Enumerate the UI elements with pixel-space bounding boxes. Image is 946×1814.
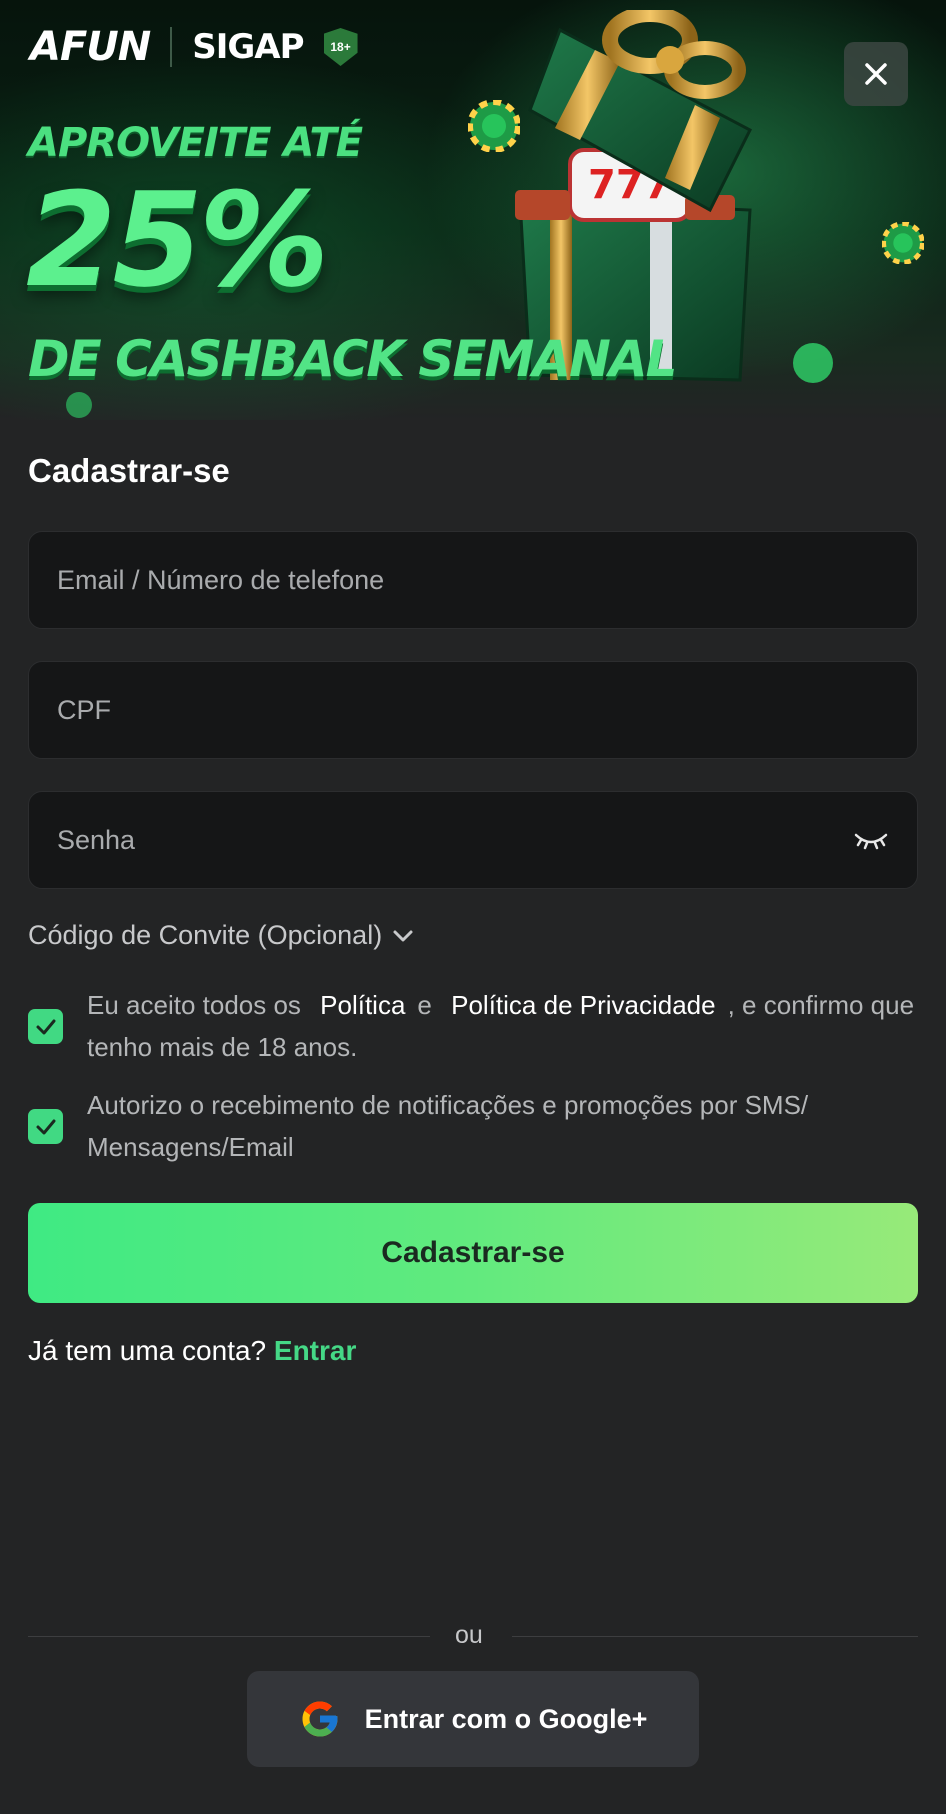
divider-left bbox=[28, 1636, 430, 1637]
close-icon bbox=[865, 63, 887, 85]
close-button[interactable] bbox=[844, 42, 908, 106]
age-18-badge: 18+ bbox=[323, 28, 358, 66]
policy-link[interactable]: Política bbox=[308, 990, 417, 1020]
login-prompt-text: Já tem uma conta? bbox=[28, 1335, 267, 1366]
email-field[interactable]: Email / Número de telefone bbox=[28, 531, 918, 629]
marketing-checkbox[interactable] bbox=[28, 1109, 63, 1144]
login-prompt: Já tem uma conta? Entrar bbox=[28, 1335, 356, 1367]
password-placeholder: Senha bbox=[57, 824, 136, 855]
sigap-logo: SIGAP bbox=[192, 27, 304, 67]
terms-checkbox[interactable] bbox=[28, 1009, 63, 1044]
afun-logo: AFUN bbox=[30, 24, 151, 70]
email-placeholder: Email / Número de telefone bbox=[57, 564, 385, 595]
casino-chip-icon bbox=[468, 100, 520, 152]
logo-divider bbox=[170, 27, 173, 67]
green-glow-orb bbox=[793, 343, 833, 383]
casino-chip-icon bbox=[882, 222, 924, 264]
form-title: Cadastrar-se bbox=[28, 452, 230, 489]
register-button[interactable]: Cadastrar-se bbox=[28, 1203, 918, 1303]
password-field[interactable]: Senha bbox=[28, 791, 918, 889]
promo-banner: AFUN SIGAP 18+ 777 APROVEITE ATÉ 25% DE … bbox=[0, 0, 946, 420]
checkmark-icon bbox=[36, 1119, 55, 1134]
divider-right bbox=[512, 1636, 918, 1637]
privacy-policy-link[interactable]: Política de Privacidade bbox=[439, 990, 727, 1020]
checkmark-icon bbox=[36, 1019, 55, 1034]
chevron-down-icon bbox=[393, 930, 413, 941]
cpf-field[interactable]: CPF bbox=[28, 661, 918, 759]
promo-subheadline: DE CASHBACK SEMANAL bbox=[28, 330, 677, 388]
invite-code-toggle[interactable]: Código de Convite (Opcional) bbox=[28, 920, 414, 951]
marketing-text: Autorizo o recebimento de notificações e… bbox=[87, 1090, 809, 1162]
cpf-placeholder: CPF bbox=[57, 694, 111, 725]
green-glow-orb bbox=[66, 392, 92, 418]
or-separator: ou bbox=[455, 1621, 483, 1649]
terms-consent-row: Eu aceito todos os Política e Política de… bbox=[28, 984, 918, 1068]
terms-text: Eu aceito todos os Política e Política de… bbox=[87, 984, 918, 1068]
google-icon bbox=[302, 1701, 338, 1737]
invite-code-label: Código de Convite (Opcional) bbox=[28, 920, 383, 950]
terms-prefix: Eu aceito todos os bbox=[87, 990, 301, 1020]
google-login-label: Entrar com o Google+ bbox=[364, 1703, 648, 1734]
terms-and: e bbox=[417, 990, 432, 1020]
eye-closed-icon[interactable] bbox=[853, 829, 889, 851]
login-link[interactable]: Entrar bbox=[274, 1335, 356, 1366]
promo-percentage: 25% bbox=[26, 164, 329, 316]
google-login-button[interactable]: Entrar com o Google+ bbox=[247, 1671, 699, 1767]
marketing-consent-row: Autorizo o recebimento de notificações e… bbox=[28, 1084, 918, 1168]
promo-headline: APROVEITE ATÉ bbox=[28, 120, 363, 166]
logo-row: AFUN SIGAP 18+ bbox=[30, 24, 358, 70]
